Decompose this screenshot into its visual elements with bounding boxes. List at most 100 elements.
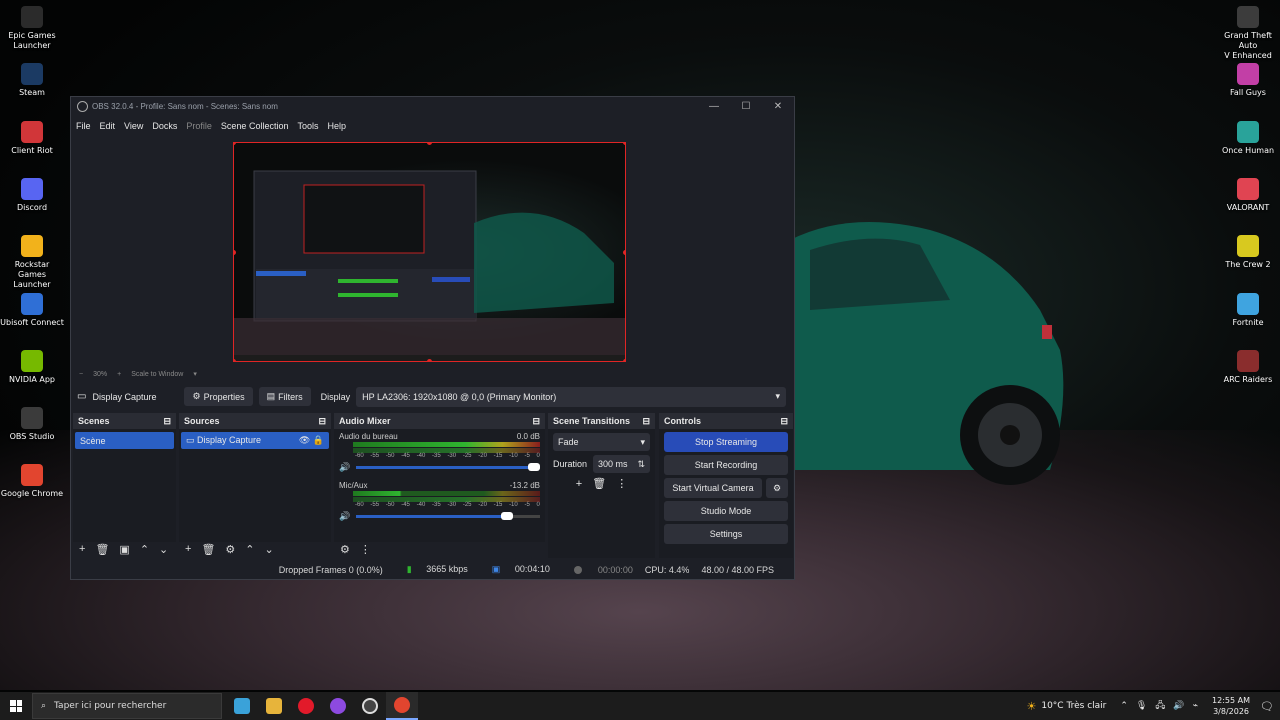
obs-titlebar[interactable]: OBS 32.0.4 - Profile: Sans nom - Scenes:… bbox=[71, 97, 794, 116]
desktop-icon-oncehuman[interactable]: Once Human bbox=[1216, 120, 1280, 156]
eye-icon[interactable]: 👁 bbox=[299, 435, 310, 445]
zoom-in-button[interactable]: + bbox=[117, 371, 121, 378]
menu-view[interactable]: View bbox=[124, 121, 143, 131]
add-icon[interactable]: + bbox=[576, 478, 582, 490]
gear-icon[interactable]: ⚙ bbox=[225, 543, 235, 556]
menu-profile[interactable]: Profile bbox=[186, 121, 212, 131]
trash-icon[interactable]: 🗑 bbox=[592, 477, 606, 490]
desktop-icon-valorant[interactable]: VALORANT bbox=[1216, 177, 1280, 213]
desktop-icon-fallguys[interactable]: Fall Guys bbox=[1216, 63, 1280, 98]
filters-button[interactable]: ▤ Filters bbox=[258, 387, 311, 406]
minimize-icon[interactable]: — bbox=[698, 101, 730, 112]
volume-knob[interactable] bbox=[528, 463, 541, 471]
mic-icon[interactable]: 🎙 bbox=[1136, 701, 1147, 711]
stop-streaming-button[interactable]: Stop Streaming bbox=[664, 432, 788, 452]
desktop-icon-chrome[interactable]: Google Chrome bbox=[0, 464, 64, 499]
network-icon[interactable]: 🖧 bbox=[1155, 698, 1165, 714]
resize-handle[interactable] bbox=[623, 250, 625, 255]
desktop-icon-riot[interactable]: Client Riot bbox=[0, 120, 64, 156]
volume-slider[interactable] bbox=[356, 512, 540, 520]
menu-docks[interactable]: Docks bbox=[152, 121, 177, 131]
undock-icon[interactable]: ⊟ bbox=[642, 416, 650, 427]
duration-spinbox[interactable]: 300 ms ⇅ bbox=[593, 455, 650, 473]
zoom-out-button[interactable]: − bbox=[79, 371, 83, 378]
menu-scene-collection[interactable]: Scene Collection bbox=[221, 121, 289, 131]
desktop-icon-nvidia[interactable]: NVIDIA App bbox=[0, 349, 64, 385]
volume-slider[interactable] bbox=[356, 463, 541, 471]
spin-arrows-icon[interactable]: ⇅ bbox=[637, 459, 645, 470]
close-icon[interactable]: ✕ bbox=[762, 101, 794, 112]
properties-button[interactable]: ⚙ Properties bbox=[184, 387, 253, 406]
chevron-down-icon[interactable]: ⌄ bbox=[265, 543, 274, 556]
zoom-mode[interactable]: Scale to Window bbox=[131, 371, 183, 378]
start-button[interactable] bbox=[0, 700, 32, 712]
desktop-icon-rockstar[interactable]: Rockstar Games Launcher bbox=[0, 235, 64, 290]
desktop-icon-thecrew[interactable]: The Crew 2 bbox=[1216, 235, 1280, 270]
taskbar-search[interactable]: ⌕ Taper ici pour rechercher bbox=[32, 693, 222, 719]
resize-handle[interactable] bbox=[623, 359, 625, 361]
chrome-taskbar-icon[interactable] bbox=[386, 692, 418, 720]
lock-icon[interactable]: 🔒 bbox=[313, 435, 324, 445]
transition-select[interactable]: Fade ▾ bbox=[553, 433, 650, 451]
undock-icon[interactable]: ⊟ bbox=[532, 416, 540, 427]
undock-icon[interactable]: ⊟ bbox=[780, 416, 788, 427]
start-recording-button[interactable]: Start Recording bbox=[664, 455, 788, 475]
chevron-up-icon[interactable]: ⌃ bbox=[140, 543, 149, 556]
obs-taskbar-icon[interactable] bbox=[354, 692, 386, 720]
weather-text[interactable]: 10°C Très clair bbox=[1041, 701, 1106, 711]
chevron-up-icon[interactable]: ⌃ bbox=[245, 543, 254, 556]
messenger-icon[interactable] bbox=[322, 692, 354, 720]
desktop-icon-epic[interactable]: Epic Games Launcher bbox=[0, 6, 64, 51]
opera-icon[interactable] bbox=[290, 692, 322, 720]
undock-icon[interactable]: ⊟ bbox=[318, 416, 326, 427]
obs-window[interactable]: OBS 32.0.4 - Profile: Sans nom - Scenes:… bbox=[70, 96, 795, 580]
chevron-down-icon: ▾ bbox=[775, 391, 780, 401]
menu-edit[interactable]: Edit bbox=[100, 121, 116, 131]
desktop-icon-steam[interactable]: Steam bbox=[0, 63, 64, 98]
usb-icon[interactable]: ⌁ bbox=[1193, 701, 1198, 711]
kebab-menu-icon[interactable]: ⋮ bbox=[616, 477, 627, 490]
speaker-icon[interactable]: 🔊 bbox=[339, 511, 350, 522]
taskview-icon[interactable] bbox=[226, 692, 258, 720]
clock[interactable]: 12:55 AM 3/8/2026 bbox=[1212, 695, 1250, 717]
menu-tools[interactable]: Tools bbox=[297, 121, 318, 131]
chevron-down-icon[interactable]: ⌄ bbox=[159, 543, 168, 556]
gear-icon[interactable]: ⚙ bbox=[340, 543, 350, 556]
volume-icon[interactable]: 🔊 bbox=[1173, 701, 1184, 711]
display-select[interactable]: HP LA2306: 1920x1080 @ 0,0 (Primary Moni… bbox=[356, 386, 786, 407]
desktop-icon-arc[interactable]: ARC Raiders bbox=[1216, 349, 1280, 385]
studio-mode-button[interactable]: Studio Mode bbox=[664, 501, 788, 521]
resize-handle[interactable] bbox=[427, 359, 432, 361]
scene-item[interactable]: Scène bbox=[75, 432, 174, 449]
resize-handle[interactable] bbox=[623, 143, 625, 145]
menu-help[interactable]: Help bbox=[327, 121, 346, 131]
weather-icon[interactable]: ☀ bbox=[1026, 700, 1036, 713]
file-explorer-icon[interactable] bbox=[258, 692, 290, 720]
add-icon[interactable]: + bbox=[79, 543, 85, 555]
maximize-icon[interactable]: ☐ bbox=[730, 101, 762, 112]
notifications-icon[interactable]: 🗨 bbox=[1260, 700, 1274, 713]
desktop-icon-gta[interactable]: Grand Theft Auto V Enhanced bbox=[1216, 6, 1280, 61]
menu-file[interactable]: File bbox=[76, 121, 91, 131]
program-preview[interactable] bbox=[233, 142, 626, 362]
desktop-icon-ubisoft[interactable]: Ubisoft Connect bbox=[0, 292, 64, 328]
undock-icon[interactable]: ⊟ bbox=[163, 416, 171, 427]
chevron-down-icon[interactable]: ▾ bbox=[193, 370, 197, 378]
resize-handle[interactable] bbox=[234, 359, 236, 361]
preview-area[interactable] bbox=[71, 136, 794, 367]
source-item[interactable]: ▭ Display Capture 👁 🔒 bbox=[181, 432, 329, 449]
desktop-icon-fortnite[interactable]: Fortnite bbox=[1216, 292, 1280, 328]
volume-knob[interactable] bbox=[500, 512, 513, 520]
trash-icon[interactable]: 🗑 bbox=[95, 543, 109, 556]
chevron-up-icon[interactable]: ⌃ bbox=[1120, 701, 1128, 711]
desktop-icon-discord[interactable]: Discord bbox=[0, 177, 64, 213]
add-icon[interactable]: + bbox=[185, 543, 191, 555]
speaker-icon[interactable]: 🔊 bbox=[339, 462, 350, 473]
virtual-camera-settings-icon[interactable]: ⚙ bbox=[766, 478, 788, 498]
trash-icon[interactable]: 🗑 bbox=[201, 543, 215, 556]
kebab-menu-icon[interactable]: ⋮ bbox=[360, 543, 371, 556]
desktop-icon-obs[interactable]: OBS Studio bbox=[0, 407, 64, 442]
settings-button[interactable]: Settings bbox=[664, 524, 788, 544]
start-virtual-camera-button[interactable]: Start Virtual Camera bbox=[664, 478, 762, 498]
filter-icon[interactable]: ▣ bbox=[119, 543, 129, 556]
